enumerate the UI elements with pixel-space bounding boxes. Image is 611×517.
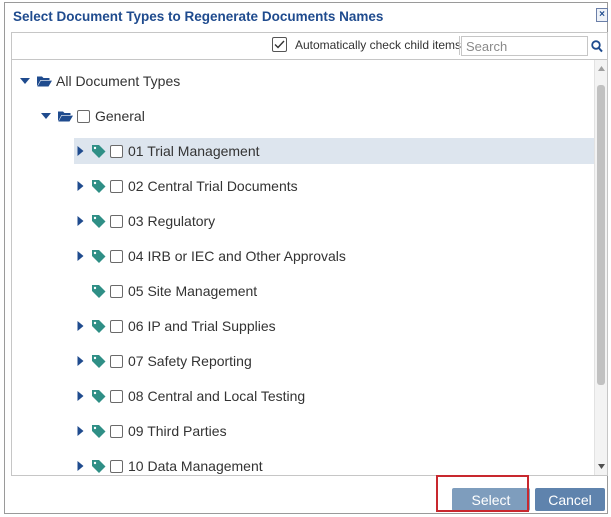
general-checkbox[interactable] [77, 109, 90, 123]
tag-icon [92, 389, 106, 403]
tree-item-label: 09 Third Parties [128, 423, 227, 439]
scrollbar-thumb[interactable] [597, 85, 605, 385]
select-button[interactable]: Select [452, 488, 530, 511]
tree-item-central-local-testing[interactable]: 08 Central and Local Testing [74, 383, 305, 409]
close-icon: × [599, 9, 605, 20]
tag-icon [92, 144, 106, 158]
auto-check-label: Automatically check child items [294, 37, 461, 52]
dialog-toolbar: Automatically check child items [11, 32, 608, 59]
tag-icon [92, 179, 106, 193]
tree-item-site-management[interactable]: 05 Site Management [92, 278, 257, 304]
folder-open-icon [58, 110, 73, 122]
tag-icon [92, 249, 106, 263]
tag-icon [92, 319, 106, 333]
expand-toggle-icon[interactable] [19, 75, 31, 87]
tree-item-label: 05 Site Management [128, 283, 258, 299]
tree-item-central-trial-documents[interactable]: 02 Central Trial Documents [74, 173, 298, 199]
expand-arrow-icon[interactable] [74, 425, 86, 437]
toolbar-divider [459, 36, 460, 55]
item-checkbox[interactable] [110, 249, 123, 263]
tree-item-label: 08 Central and Local Testing [128, 388, 306, 404]
item-checkbox[interactable] [110, 354, 123, 368]
folder-open-icon [37, 75, 52, 87]
regenerate-names-dialog: Select Document Types to Regenerate Docu… [4, 2, 608, 514]
item-checkbox[interactable] [110, 179, 123, 193]
scroll-up-arrow-icon[interactable] [595, 62, 607, 75]
tag-icon [92, 459, 106, 473]
expand-arrow-icon[interactable] [74, 320, 86, 332]
tree-node-general[interactable]: General [40, 103, 145, 129]
document-type-tree: All Document Types General 01 Trial Mana… [12, 60, 595, 475]
dialog-titlebar: Select Document Types to Regenerate Docu… [5, 3, 608, 30]
expand-arrow-icon[interactable] [74, 145, 86, 157]
close-button[interactable]: × [596, 8, 608, 22]
tree-item-label: 06 IP and Trial Supplies [128, 318, 276, 334]
expand-arrow-icon[interactable] [74, 215, 86, 227]
tree-root-label: All Document Types [56, 73, 181, 89]
tree-item-data-management[interactable]: 10 Data Management [74, 453, 263, 475]
item-checkbox[interactable] [110, 459, 123, 473]
expand-arrow-icon[interactable] [74, 180, 86, 192]
tag-icon [92, 424, 106, 438]
document-type-tree-panel: All Document Types General 01 Trial Mana… [11, 59, 608, 476]
dialog-title: Select Document Types to Regenerate Docu… [13, 9, 384, 24]
search-input[interactable] [461, 36, 588, 56]
search-button[interactable] [589, 36, 605, 56]
item-checkbox[interactable] [110, 319, 123, 333]
cancel-button[interactable]: Cancel [535, 488, 605, 511]
tree-item-irb-iec-approvals[interactable]: 04 IRB or IEC and Other Approvals [74, 243, 346, 269]
auto-check-child-items-toggle[interactable]: Automatically check child items [271, 37, 461, 52]
tree-item-trial-management[interactable]: 01 Trial Management [74, 138, 595, 164]
expand-toggle-icon[interactable] [40, 110, 52, 122]
search-icon [591, 39, 603, 52]
auto-check-checkbox[interactable] [271, 37, 287, 52]
tree-item-label: 03 Regulatory [128, 213, 216, 229]
tag-icon [92, 284, 106, 298]
tree-scrollbar[interactable] [594, 60, 607, 475]
tree-node-label: General [95, 108, 145, 124]
tree-item-regulatory[interactable]: 03 Regulatory [74, 208, 215, 234]
tag-icon [92, 214, 106, 228]
item-checkbox[interactable] [110, 144, 123, 158]
tree-item-safety-reporting[interactable]: 07 Safety Reporting [74, 348, 252, 374]
item-checkbox[interactable] [110, 424, 123, 438]
checkmark-icon [274, 40, 285, 49]
tag-icon [92, 354, 106, 368]
expand-arrow-icon[interactable] [74, 390, 86, 402]
item-checkbox[interactable] [110, 214, 123, 228]
dialog-footer: Select Cancel [5, 475, 607, 513]
tree-item-third-parties[interactable]: 09 Third Parties [74, 418, 227, 444]
tree-root-all-document-types[interactable]: All Document Types [19, 68, 180, 94]
item-checkbox[interactable] [110, 284, 123, 298]
expand-arrow-icon[interactable] [74, 355, 86, 367]
tree-item-label: 02 Central Trial Documents [128, 178, 298, 194]
scroll-down-arrow-icon[interactable] [595, 460, 607, 473]
tree-item-label: 07 Safety Reporting [128, 353, 252, 369]
tree-item-label: 04 IRB or IEC and Other Approvals [128, 248, 346, 264]
expand-arrow-icon[interactable] [74, 250, 86, 262]
item-checkbox[interactable] [110, 389, 123, 403]
tree-item-label: 10 Data Management [128, 458, 263, 474]
expand-arrow-icon[interactable] [74, 460, 86, 472]
tree-item-ip-trial-supplies[interactable]: 06 IP and Trial Supplies [74, 313, 276, 339]
tree-item-label: 01 Trial Management [128, 143, 260, 159]
